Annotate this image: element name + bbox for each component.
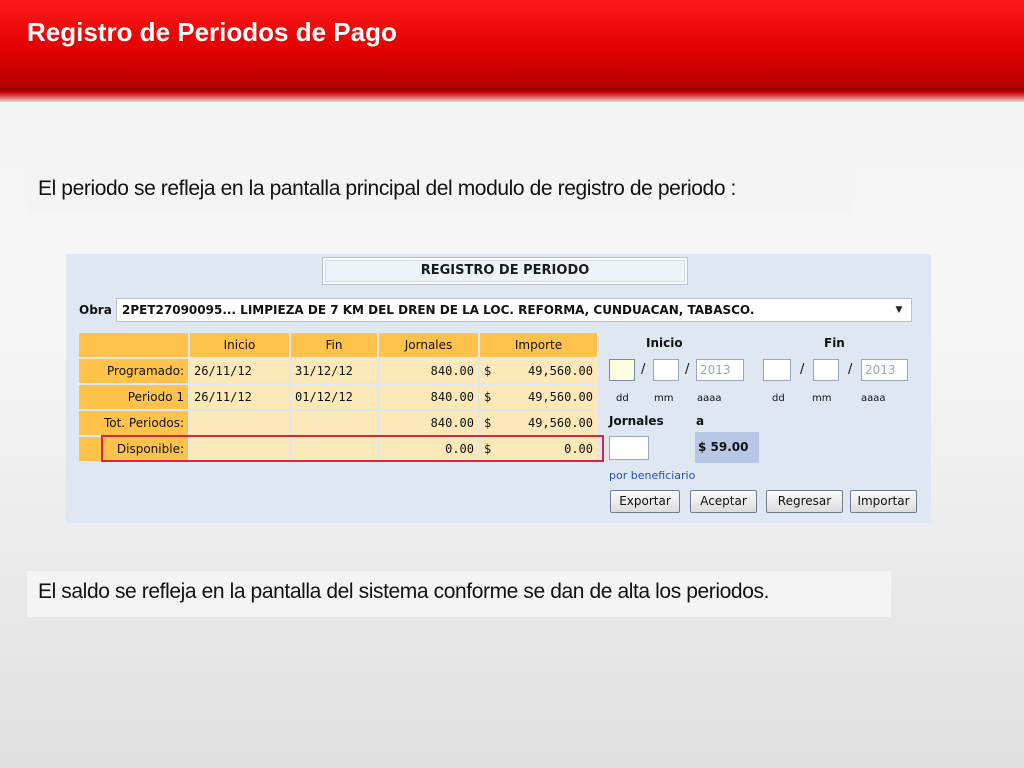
importe-display: $ 59.00: [695, 432, 759, 463]
currency-symbol: $: [484, 390, 492, 404]
slide-title: Registro de Periodos de Pago: [27, 17, 397, 47]
cell-fin: [291, 411, 377, 435]
registro-periodo-panel: REGISTRO DE PERIODO Obra 2PET27090095...…: [66, 254, 931, 523]
header-fin: Fin: [291, 333, 377, 357]
disponible-highlight: [101, 435, 604, 462]
cell-fin: 01/12/12: [291, 385, 377, 409]
obra-label: Obra: [79, 303, 112, 317]
fin-label: Fin: [824, 336, 845, 350]
currency-symbol: $: [484, 364, 492, 378]
fin-mm-input[interactable]: [813, 359, 839, 381]
cell-importe: $49,560.00: [480, 411, 597, 435]
obra-select[interactable]: 2PET27090095... LIMPIEZA DE 7 KM DEL DRE…: [116, 298, 912, 322]
inicio-label: Inicio: [646, 336, 683, 350]
fin-dd-input[interactable]: [763, 359, 791, 381]
row-label: Tot. Periodos:: [79, 411, 188, 435]
fin-aaaa-input[interactable]: 2013: [861, 359, 908, 381]
header-stripe: [0, 88, 1024, 102]
date-separator: /: [685, 362, 690, 377]
aaaa-hint: aaaa: [697, 393, 722, 404]
cell-jornales: 840.00: [379, 411, 478, 435]
caption-bottom: El saldo se refleja en la pantalla del s…: [27, 571, 891, 617]
header-importe: Importe: [480, 333, 597, 357]
header-jornales: Jornales: [379, 333, 478, 357]
cell-importe: $49,560.00: [480, 385, 597, 409]
obra-select-value: 2PET27090095... LIMPIEZA DE 7 KM DEL DRE…: [122, 303, 755, 317]
jornales-input[interactable]: [609, 436, 649, 460]
inicio-dd-input[interactable]: [609, 359, 635, 381]
cell-jornales: 840.00: [379, 385, 478, 409]
importe-value: 49,560.00: [527, 416, 593, 430]
cell-jornales: 840.00: [379, 359, 478, 383]
row-label: Periodo 1: [79, 385, 188, 409]
cell-inicio: [190, 411, 289, 435]
por-beneficiario-link[interactable]: por beneficiario: [609, 469, 695, 482]
cell-inicio: 26/11/12: [190, 359, 289, 383]
dd-hint: dd: [616, 393, 629, 404]
date-separator: /: [848, 362, 853, 377]
jornales-label: Jornales: [609, 414, 664, 428]
currency-symbol: $: [484, 416, 492, 430]
aaaa-hint: aaaa: [861, 393, 886, 404]
inicio-aaaa-input[interactable]: 2013: [696, 359, 744, 381]
a-label: a: [696, 414, 705, 428]
importe-value: 49,560.00: [527, 390, 593, 404]
table-row: Periodo 1 26/11/12 01/12/12 840.00 $49,5…: [79, 385, 597, 409]
chevron-down-icon[interactable]: ▼: [891, 302, 907, 318]
cell-inicio: 26/11/12: [190, 385, 289, 409]
slide-header: Registro de Periodos de Pago: [0, 0, 1024, 102]
cell-fin: 31/12/12: [291, 359, 377, 383]
form-title-box: REGISTRO DE PERIODO: [322, 257, 688, 285]
table-header-row: Inicio Fin Jornales Importe: [79, 333, 597, 357]
mm-hint: mm: [654, 393, 674, 404]
importe-value: 49,560.00: [527, 364, 593, 378]
inicio-mm-input[interactable]: [653, 359, 679, 381]
table-row: Programado: 26/11/12 31/12/12 840.00 $49…: [79, 359, 597, 383]
mm-hint: mm: [812, 393, 832, 404]
cell-importe: $49,560.00: [480, 359, 597, 383]
header-blank: [79, 333, 188, 357]
caption-top: El periodo se refleja en la pantalla pri…: [27, 168, 851, 214]
table-row: Tot. Periodos: 840.00 $49,560.00: [79, 411, 597, 435]
header-inicio: Inicio: [190, 333, 289, 357]
dd-hint: dd: [772, 393, 785, 404]
row-label: Programado:: [79, 359, 188, 383]
date-separator: /: [800, 362, 805, 377]
regresar-button[interactable]: Regresar: [766, 490, 843, 513]
exportar-button[interactable]: Exportar: [610, 490, 680, 513]
aceptar-button[interactable]: Aceptar: [690, 490, 757, 513]
date-separator: /: [641, 362, 646, 377]
importar-button[interactable]: Importar: [850, 490, 917, 513]
form-title: REGISTRO DE PERIODO: [325, 260, 685, 282]
